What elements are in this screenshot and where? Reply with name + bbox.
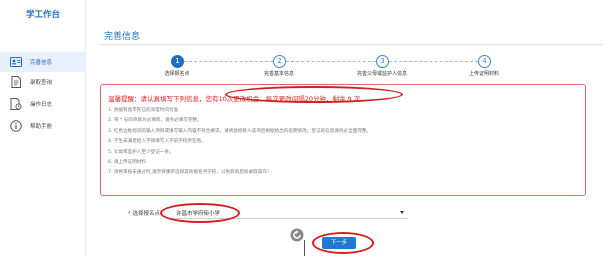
step-3-label: 完善父母或监护人信息 <box>356 71 407 77</box>
step-connector <box>184 61 273 62</box>
sidebar-item-label: 操作日志 <box>30 102 53 108</box>
sidebar-item-label: 录取查询 <box>30 80 53 86</box>
notice-item: 4. 学生未满足招入学请填写入学前学校所在地。 <box>108 139 206 145</box>
notice-title: 温馨提醒：请认真填写下列信息，您有10次更改机会，每次更改间隔20分钟，剩余 9… <box>108 95 361 103</box>
sidebar: 学工作台 完善信息 录取查询 操作日志 帮助手册 <box>0 0 86 256</box>
sidebar-item-help-manual[interactable]: 帮助手册 <box>0 116 86 136</box>
sidebar-item-complete-info[interactable]: 完善信息 <box>0 52 86 72</box>
registration-point-select[interactable]: 许昌市学府街小学 <box>170 207 408 219</box>
notice-item: 3. 红色边框标识的输入项目或填写输入内容不符合要求，请将鼠标移入该项后根据给出… <box>108 128 372 134</box>
step-4-circle: 4 <box>478 55 491 68</box>
notice-item: 6. 请上传证明材料 <box>108 159 147 165</box>
registration-point-value: 许昌市学府街小学 <box>176 210 221 217</box>
stepper: 1 选择报名点 2 完善基本信息 3 完善父母或监护人信息 4 上传证明材料 <box>120 52 560 80</box>
step-1-label: 选择报名点 <box>164 71 190 77</box>
step-2-label: 完善基本信息 <box>263 71 294 77</box>
notice-list: 1. 依据有劲市民已的深度时间为准 2. 带 * 号的项目为必填项，请务必填写完… <box>108 106 371 179</box>
title-divider <box>100 44 603 45</box>
notice-item: 2. 带 * 号的项目为必填项，请务必填写完整。 <box>108 118 202 124</box>
step-3-circle: 3 <box>376 55 389 68</box>
info-icon <box>10 120 22 132</box>
step-2-circle: 2 <box>273 55 286 68</box>
step-connector <box>389 61 478 62</box>
sidebar-item-label: 完善信息 <box>30 60 53 66</box>
sidebar-item-label: 帮助手册 <box>30 124 53 130</box>
page-title: 完善信息 <box>104 32 141 42</box>
notice-item: 7. 资格审核未通过时,请尽快重新选择其他报名点学校，以免影响后续录取操作！ <box>108 170 272 176</box>
step-4-label: 上传证明材料 <box>468 71 499 77</box>
log-icon <box>10 98 22 110</box>
step-connector <box>286 61 376 62</box>
next-button[interactable]: 下一步 <box>322 237 356 249</box>
chevron-down-icon <box>400 211 404 214</box>
notice-box: 温馨提醒：请认真填写下列信息，您有10次更改机会，每次更改间隔20分钟，剩余 9… <box>100 84 586 196</box>
sidebar-title: 学工作台 <box>25 10 60 20</box>
registration-point-row: * 选择报名点 许昌市学府街小学 <box>128 206 408 220</box>
id-card-icon <box>10 56 22 68</box>
step-1-circle: 1 <box>171 55 184 68</box>
sidebar-item-operation-log[interactable]: 操作日志 <box>0 94 86 114</box>
refresh-icon[interactable] <box>290 228 304 242</box>
registration-point-label: * 选择报名点 <box>128 209 170 217</box>
sidebar-item-admission-query[interactable]: 录取查询 <box>0 72 86 92</box>
notice-item: 5. 父母或监护人至少登记一条。 <box>108 149 174 155</box>
required-mark: * <box>128 211 131 217</box>
cursor-line <box>304 240 305 256</box>
notice-item: 1. 依据有劲市民已的深度时间为准 <box>108 108 179 113</box>
document-icon <box>10 76 22 88</box>
registration-point-label-text: 选择报名点 <box>132 211 161 217</box>
